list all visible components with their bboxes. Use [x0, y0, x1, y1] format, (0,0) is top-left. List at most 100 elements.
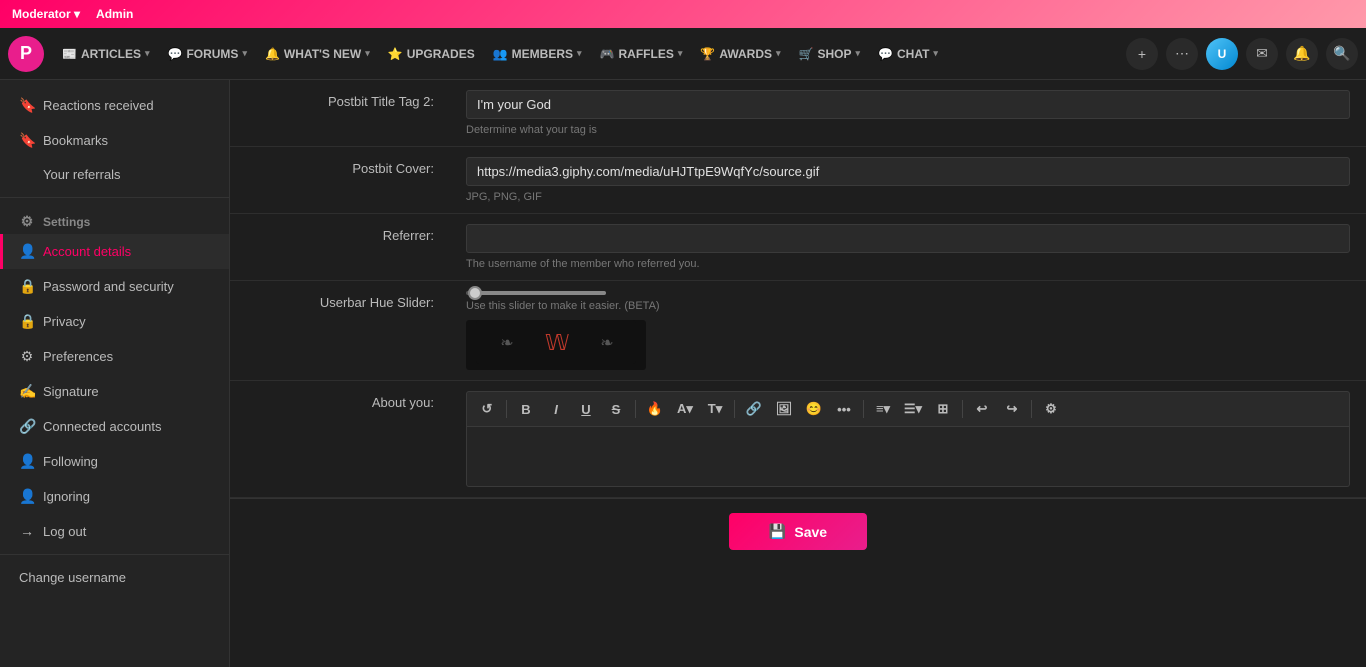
postbit-cover-row: Postbit Cover: JPG, PNG, GIF — [230, 147, 1366, 214]
sidebar-item-account[interactable]: 👤 Account details — [0, 234, 229, 269]
whats-new-chevron: ▾ — [365, 48, 370, 59]
rte-redo-btn[interactable]: ↪ — [998, 396, 1026, 422]
userbar-hue-slider[interactable] — [466, 291, 606, 295]
rte-divider-1 — [506, 400, 507, 418]
more-button[interactable]: ⋯ — [1166, 38, 1198, 70]
rte-undo-btn[interactable]: ↩ — [968, 396, 996, 422]
rte-bold-btn[interactable]: B — [512, 396, 540, 422]
nav-item-forums[interactable]: 💬 FORUMS ▾ — [159, 41, 254, 67]
sidebar-item-change-username[interactable]: Change username — [0, 561, 229, 594]
admin-bar: Moderator ▾ Admin — [0, 0, 1366, 28]
rte-font-size-btn[interactable]: A▾ — [671, 396, 699, 422]
nav-item-chat[interactable]: 💬 CHAT ▾ — [870, 41, 946, 67]
main-nav: P 📰 ARTICLES ▾ 💬 FORUMS ▾ 🔔 WHAT'S NEW ▾… — [0, 28, 1366, 80]
mail-button[interactable]: ✉ — [1246, 38, 1278, 70]
postbit-title-tag-2-input[interactable] — [466, 90, 1350, 119]
sidebar-item-preferences[interactable]: ⚙ Preferences — [0, 339, 229, 374]
rte-list-btn[interactable]: ☰▾ — [899, 396, 927, 422]
shop-icon: 🛒 — [799, 47, 814, 61]
rte-image-btn[interactable]: 🖼 — [770, 396, 798, 422]
about-you-label: About you: — [230, 381, 450, 497]
sidebar-item-password[interactable]: 🔒 Password and security — [0, 269, 229, 304]
referrer-label: Referrer: — [230, 214, 450, 280]
postbit-cover-input[interactable] — [466, 157, 1350, 186]
rte-underline-btn[interactable]: U — [572, 396, 600, 422]
page-layout: 🔖 Reactions received 🔖 Bookmarks Your re… — [0, 80, 1366, 667]
about-you-toolbar-col: ↺ B I U S 🔥 A▾ T▾ 🔗 🖼 — [450, 381, 1366, 497]
nav-item-awards[interactable]: 🏆 AWARDS ▾ — [692, 41, 788, 67]
rte-table-btn[interactable]: ⊞ — [929, 396, 957, 422]
password-icon: 🔒 — [19, 278, 35, 295]
svg-text:❧: ❧ — [500, 335, 513, 352]
sidebar-divider-2 — [0, 554, 229, 555]
site-logo[interactable]: P — [8, 36, 44, 72]
ignoring-icon: 👤 — [19, 488, 35, 505]
referrer-hint: The username of the member who referred … — [466, 258, 1350, 270]
sidebar-item-signature[interactable]: ✍ Signature — [0, 374, 229, 409]
following-icon: 👤 — [19, 453, 35, 470]
sidebar-item-bookmarks[interactable]: 🔖 Bookmarks — [0, 123, 229, 158]
bookmarks-icon: 🔖 — [19, 132, 35, 149]
rte-font-family-btn[interactable]: T▾ — [701, 396, 729, 422]
svg-text:❧: ❧ — [600, 335, 613, 352]
userbar-hue-row: Userbar Hue Slider: Use this slider to m… — [230, 281, 1366, 381]
userbar-preview-image: 𝕎 ❧ ❧ — [476, 320, 636, 370]
nav-item-shop[interactable]: 🛒 SHOP ▾ — [791, 41, 869, 67]
members-icon: 👥 — [493, 47, 508, 61]
sidebar-item-ignoring[interactable]: 👤 Ignoring — [0, 479, 229, 514]
nav-item-upgrades[interactable]: ⭐ UPGRADES — [380, 41, 483, 67]
sidebar: 🔖 Reactions received 🔖 Bookmarks Your re… — [0, 80, 230, 667]
rte-color-btn[interactable]: 🔥 — [641, 396, 669, 422]
referrer-input[interactable] — [466, 224, 1350, 253]
plus-button[interactable]: + — [1126, 38, 1158, 70]
rte-toolbar: ↺ B I U S 🔥 A▾ T▾ 🔗 🖼 — [466, 391, 1350, 427]
about-you-header: About you: ↺ B I U S 🔥 A▾ T▾ — [230, 381, 1366, 497]
postbit-cover-label: Postbit Cover: — [230, 147, 450, 213]
nav-item-members[interactable]: 👥 MEMBERS ▾ — [485, 41, 590, 67]
search-button[interactable]: 🔍 — [1326, 38, 1358, 70]
rte-eraser-btn[interactable]: ↺ — [473, 396, 501, 422]
rte-strike-btn[interactable]: S — [602, 396, 630, 422]
forums-icon: 💬 — [167, 47, 182, 61]
whats-new-icon: 🔔 — [265, 47, 280, 61]
save-icon: 💾 — [769, 523, 786, 540]
rte-divider-6 — [1031, 400, 1032, 418]
sidebar-item-privacy[interactable]: 🔒 Privacy — [0, 304, 229, 339]
save-button[interactable]: 💾 Save — [729, 513, 867, 550]
rte-settings-btn[interactable]: ⚙ — [1037, 396, 1065, 422]
admin-bar-admin[interactable]: Admin — [96, 7, 133, 21]
rte-divider-5 — [962, 400, 963, 418]
rte-emoji-btn[interactable]: 😊 — [800, 396, 828, 422]
notifications-button[interactable]: 🔔 — [1286, 38, 1318, 70]
preferences-icon: ⚙ — [19, 348, 35, 365]
referrer-input-col: The username of the member who referred … — [450, 214, 1366, 280]
about-you-row: About you: ↺ B I U S 🔥 A▾ T▾ — [230, 381, 1366, 498]
sidebar-item-reactions[interactable]: 🔖 Reactions received — [0, 88, 229, 123]
save-area: 💾 Save — [230, 498, 1366, 564]
nav-item-articles[interactable]: 📰 ARTICLES ▾ — [54, 41, 157, 67]
logout-icon: → — [19, 523, 35, 539]
reactions-icon: 🔖 — [19, 97, 35, 114]
rte-align-btn[interactable]: ≡▾ — [869, 396, 897, 422]
sidebar-item-referrals[interactable]: Your referrals — [0, 158, 229, 191]
signature-icon: ✍ — [19, 383, 35, 400]
nav-item-raffles[interactable]: 🎮 RAFFLES ▾ — [592, 41, 691, 67]
rte-more-btn[interactable]: ••• — [830, 396, 858, 422]
sidebar-item-logout[interactable]: → Log out — [0, 514, 229, 548]
rte-link-btn[interactable]: 🔗 — [740, 396, 768, 422]
postbit-cover-hint: JPG, PNG, GIF — [466, 191, 1350, 203]
forums-chevron: ▾ — [242, 48, 247, 59]
nav-item-whats-new[interactable]: 🔔 WHAT'S NEW ▾ — [257, 41, 378, 67]
userbar-preview: 𝕎 ❧ ❧ — [466, 320, 646, 370]
user-avatar[interactable]: U — [1206, 38, 1238, 70]
admin-bar-moderator[interactable]: Moderator ▾ — [12, 7, 80, 21]
userbar-hue-input-col: Use this slider to make it easier. (BETA… — [450, 281, 1366, 380]
raffles-chevron: ▾ — [678, 48, 683, 59]
sidebar-item-following[interactable]: 👤 Following — [0, 444, 229, 479]
sidebar-item-connected[interactable]: 🔗 Connected accounts — [0, 409, 229, 444]
rte-content-area[interactable] — [466, 427, 1350, 487]
rte-italic-btn[interactable]: I — [542, 396, 570, 422]
upgrades-icon: ⭐ — [388, 47, 403, 61]
postbit-title-tag-2-row: Postbit Title Tag 2: Determine what your… — [230, 80, 1366, 147]
sidebar-settings-header: ⚙ Settings — [0, 204, 229, 234]
